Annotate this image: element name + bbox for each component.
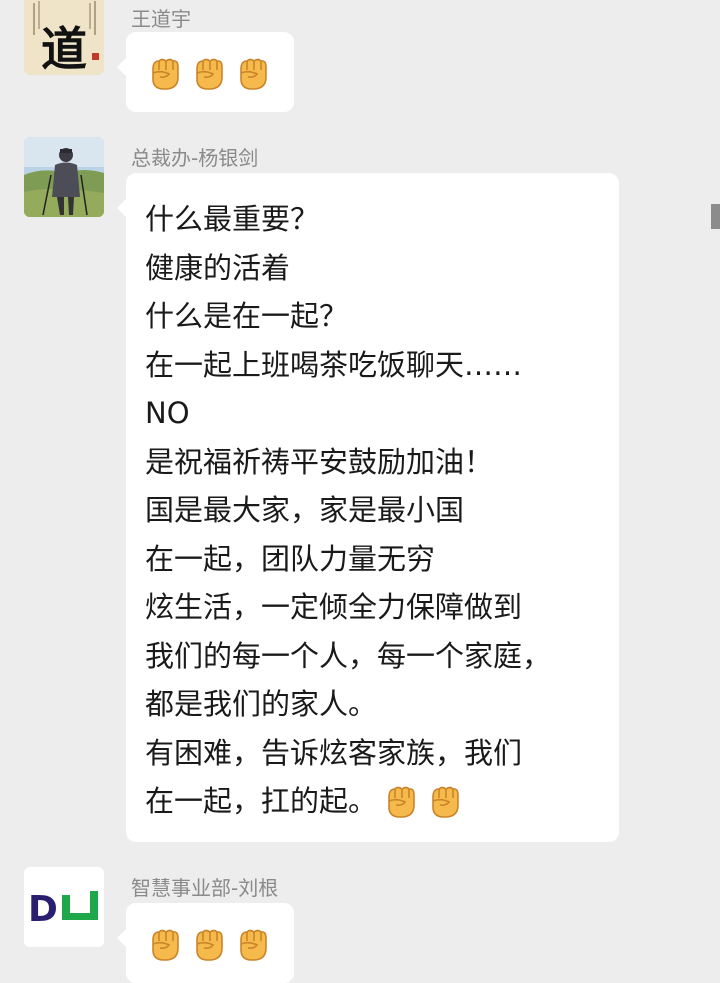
message-bubble[interactable]: 什么最重要？ 健康的活着 什么是在一起？ 在一起上班喝茶吃饭聊天…… NO 是祝…	[117, 173, 619, 842]
fist-icon	[425, 781, 465, 821]
sender-name: 智慧事业部-刘根	[131, 876, 279, 900]
fist-icon	[233, 53, 273, 93]
message-line: 是祝福祈祷平安鼓励加油！	[145, 444, 494, 479]
avatar[interactable]	[24, 137, 104, 217]
message-line: 什么是在一起？	[145, 299, 349, 333]
dl-logo-avatar-icon: D	[24, 867, 104, 947]
message-line: 健康的活着	[145, 250, 291, 285]
emoji-row	[145, 924, 273, 964]
message-line: 我们的每一个人，每一个家庭，	[145, 638, 552, 673]
message-text: 什么最重要？ 健康的活着 什么是在一起？ 在一起上班喝茶吃饭聊天…… NO 是祝…	[145, 195, 551, 826]
fist-icon	[233, 924, 273, 964]
message-last-line: 在一起，扛的起。	[145, 777, 551, 826]
message-line: 什么最重要？	[145, 202, 320, 236]
scrollbar-thumb[interactable]	[711, 204, 720, 229]
message-line: NO	[145, 396, 190, 430]
message-liu-gen: D 智慧事业部-刘根	[0, 860, 720, 983]
emoji-row	[145, 53, 273, 93]
fist-icon	[189, 53, 229, 93]
message-line: 在一起，团队力量无穷	[145, 541, 436, 576]
emoji-row	[381, 781, 465, 821]
message-line: 国是最大家，家是最小国	[145, 493, 465, 527]
avatar-glyph: 道	[41, 22, 87, 75]
message-line: 有困难，告诉炫客家族，我们	[145, 735, 523, 770]
message-line: 在一起上班喝茶吃饭聊天……	[145, 347, 523, 382]
avatar[interactable]: 道	[24, 0, 104, 75]
avatar[interactable]: D	[24, 867, 104, 947]
fist-icon	[145, 924, 185, 964]
fist-icon	[145, 53, 185, 93]
message-line: 在一起，扛的起。	[145, 784, 378, 818]
calligraphy-avatar-icon: 道	[24, 0, 104, 75]
fist-icon	[381, 781, 421, 821]
svg-text:D: D	[28, 889, 58, 930]
message-bubble[interactable]	[117, 32, 294, 112]
message-line: 都是我们的家人。	[145, 687, 378, 721]
sender-name: 王道宇	[131, 7, 191, 31]
sender-name: 总裁办-杨银剑	[131, 146, 259, 170]
message-line: 炫生活，一定倾全力保障做到	[145, 590, 523, 624]
message-yang-yinjian: 总裁办-杨银剑 什么最重要？ 健康的活着 什么是在一起？ 在一起上班喝茶吃饭聊天…	[0, 130, 720, 850]
fist-icon	[189, 924, 229, 964]
hiker-photo-avatar-icon	[24, 137, 104, 217]
message-bubble[interactable]	[117, 903, 294, 983]
message-wang-daoyu: 道 王道宇	[0, 0, 720, 120]
